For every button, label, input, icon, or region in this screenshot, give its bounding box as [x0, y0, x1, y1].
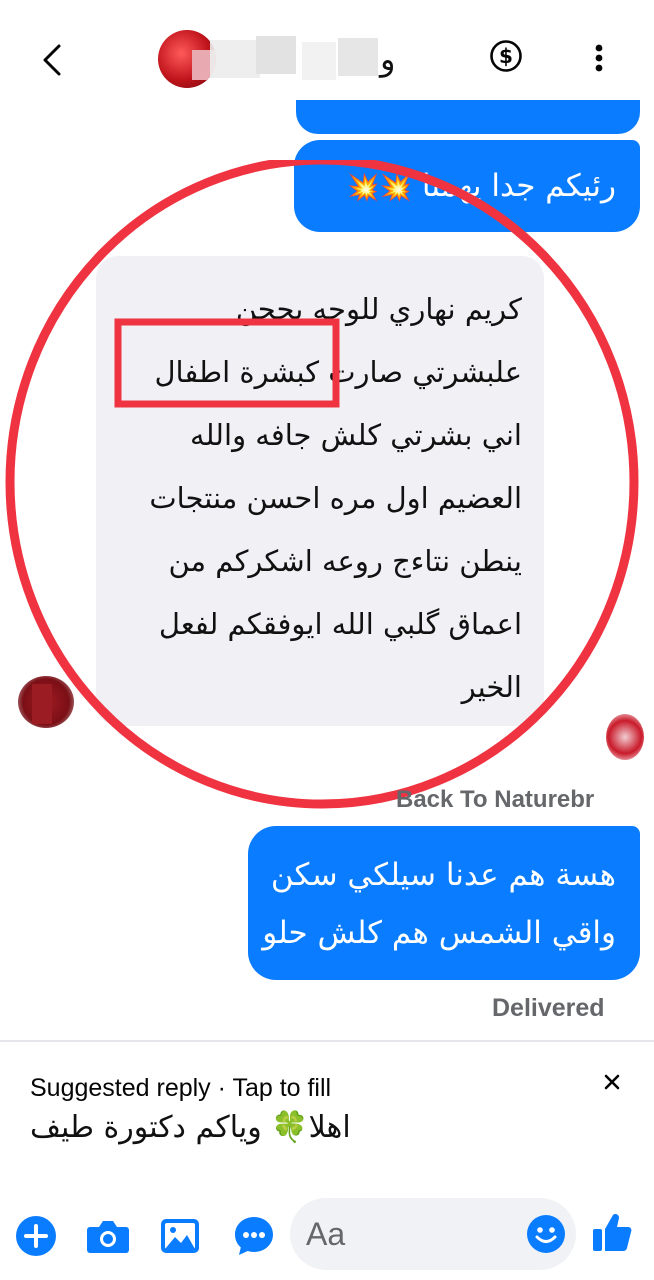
explosion-emoji: 💥💥	[347, 173, 413, 203]
contact-name-glyph: و	[380, 40, 396, 78]
suggested-reply-text: اهلا	[308, 1110, 351, 1145]
emoji-button[interactable]	[526, 1214, 566, 1254]
dollar-circle-icon: $	[490, 40, 522, 72]
conversation-header: و $	[0, 0, 654, 112]
gallery-button[interactable]	[158, 1214, 202, 1258]
message-input[interactable]	[306, 1208, 506, 1260]
plus-circle-icon	[16, 1216, 56, 1256]
sender-name-label: Back To Naturebr	[396, 786, 595, 813]
message-text: رئيكم جدا يهمنا	[421, 168, 616, 204]
svg-text:$: $	[499, 44, 513, 68]
message-line: العضيم اول مره احسن منتجات	[149, 481, 522, 515]
chat-bubble-dots-icon	[235, 1217, 273, 1255]
close-suggestion-button[interactable]	[598, 1068, 626, 1096]
sender-avatar[interactable]	[18, 676, 74, 728]
thumbs-up-icon	[593, 1214, 632, 1251]
four-leaf-clover-emoji: 🍀	[271, 1110, 309, 1145]
previous-message-bubble[interactable]	[296, 100, 640, 134]
more-vertical-icon	[595, 44, 603, 72]
outgoing-message-bubble[interactable]: هسة هم عدنا سيلكي سكن واقي الشمس هم كلش …	[248, 826, 640, 980]
message-line: كريم نهاري للوجه يججن	[235, 292, 522, 326]
more-options-button[interactable]	[584, 36, 614, 80]
suggested-reply-title: Suggested reply · Tap to fill	[30, 1074, 332, 1102]
suggested-reply-text: وياكم دكتورة طيف	[30, 1110, 262, 1145]
close-icon	[604, 1074, 620, 1090]
outgoing-message-bubble[interactable]: رئيكم جدا يهمنا 💥💥	[294, 140, 640, 232]
camera-button[interactable]	[86, 1214, 130, 1258]
message-line: واقي الشمس هم كلش حلو	[262, 915, 616, 951]
message-line: ينطن نتاءج روعه اشكركم من	[168, 544, 522, 578]
delivery-status: Delivered	[492, 994, 605, 1022]
contact-avatar[interactable]	[158, 30, 216, 88]
message-line: اني بشرتي كلش جافه والله	[190, 418, 522, 452]
image-icon	[161, 1219, 199, 1253]
payment-button[interactable]: $	[486, 36, 526, 76]
add-button[interactable]	[14, 1214, 58, 1258]
suggested-reply-chip[interactable]: اهلا🍀 وياكم دكتورة طيف	[30, 1110, 351, 1145]
message-line: اعماق گلبي الله ايوفقكم لفعل	[158, 607, 522, 641]
message-input-container	[290, 1198, 576, 1270]
camera-icon	[87, 1221, 129, 1253]
smiley-icon	[527, 1215, 565, 1253]
message-line: الخير	[461, 670, 522, 704]
message-line: هسة هم عدنا سيلكي سكن	[270, 857, 616, 893]
back-button[interactable]	[28, 36, 76, 84]
chevron-left-icon	[43, 44, 61, 76]
like-button[interactable]	[588, 1208, 636, 1256]
more-actions-button[interactable]	[232, 1214, 276, 1258]
seen-avatar	[606, 714, 644, 760]
divider	[0, 1040, 654, 1042]
message-line: علبشرتي صارت كبشرة اطفال	[154, 355, 522, 389]
incoming-message-bubble[interactable]: كريم نهاري للوجه يججن علبشرتي صارت كبشرة…	[96, 256, 544, 726]
